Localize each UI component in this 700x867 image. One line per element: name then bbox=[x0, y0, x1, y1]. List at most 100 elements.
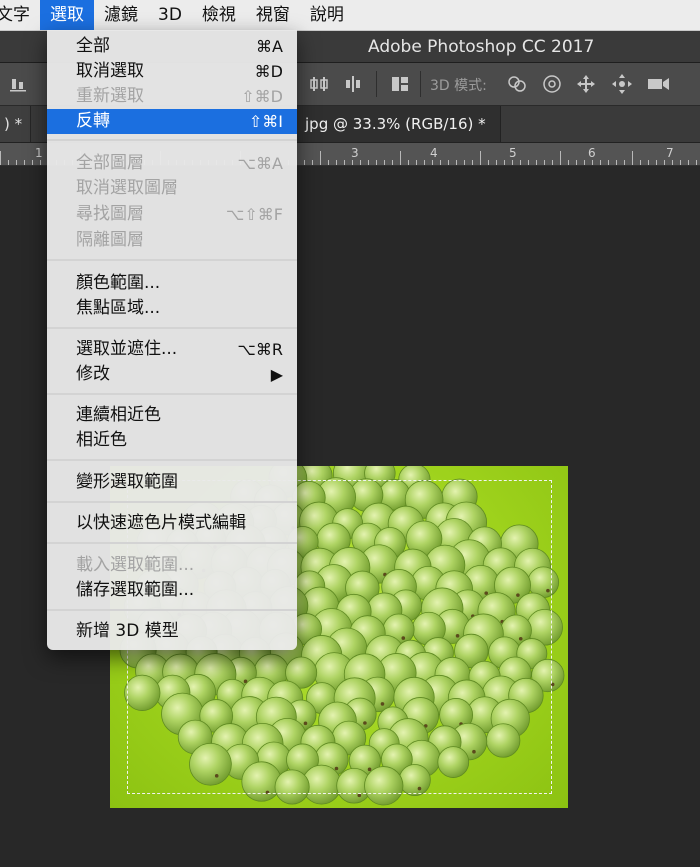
menu-3d[interactable]: 3D bbox=[148, 0, 192, 30]
menu-select[interactable]: 選取 bbox=[40, 0, 94, 30]
menu-item-shortcut: ⇧⌘I bbox=[248, 112, 283, 131]
menu-item-label: 取消選取 bbox=[76, 61, 144, 81]
menu-item-label: 焦點區域... bbox=[76, 298, 161, 318]
menu-item-label: 新增 3D 模型 bbox=[76, 621, 179, 641]
menu-text[interactable]: 文字 bbox=[0, 0, 40, 30]
options-divider bbox=[420, 71, 421, 97]
ruler-tick bbox=[384, 160, 385, 165]
menu-item-deselect[interactable]: 取消選取 ⌘D bbox=[47, 59, 297, 84]
menu-view[interactable]: 檢視 bbox=[192, 0, 246, 30]
menu-item-color-range[interactable]: 顏色範圍... bbox=[47, 271, 297, 296]
ruler-tick bbox=[488, 160, 489, 165]
menu-item-similar[interactable]: 相近色 bbox=[47, 428, 297, 453]
menu-separator bbox=[47, 259, 297, 261]
select-dropdown-menu: 全部 ⌘A 取消選取 ⌘D 重新選取 ⇧⌘D 反轉 ⇧⌘I 全部圖層 ⌥⌘A 取… bbox=[47, 30, 297, 650]
ruler-tick bbox=[568, 160, 569, 165]
ruler-tick bbox=[656, 160, 657, 165]
ruler-tick bbox=[640, 160, 641, 165]
menu-item-modify[interactable]: 修改 ▶ bbox=[47, 362, 297, 387]
menu-item-label: 全部 bbox=[76, 36, 110, 56]
ruler-tick bbox=[32, 160, 33, 165]
menu-item-label: 選取並遮住... bbox=[76, 339, 178, 359]
menu-item-shortcut: ⌥⇧⌘F bbox=[225, 205, 283, 224]
menu-item-label: 儲存選取範圍... bbox=[76, 580, 195, 600]
ruler-tick bbox=[424, 160, 425, 165]
ruler-tick bbox=[480, 151, 481, 165]
ruler-tick bbox=[680, 160, 681, 165]
camera-3d-icon[interactable] bbox=[646, 73, 669, 95]
align-bottom-icon[interactable] bbox=[8, 73, 30, 95]
menu-item-reselect: 重新選取 ⇧⌘D bbox=[47, 84, 297, 109]
menu-item-label: 連續相近色 bbox=[76, 405, 161, 425]
pan-3d-icon[interactable] bbox=[575, 73, 597, 95]
ruler-tick bbox=[576, 160, 577, 165]
menu-separator bbox=[47, 501, 297, 503]
ruler-tick bbox=[688, 160, 689, 165]
menu-item-all-layers: 全部圖層 ⌥⌘A bbox=[47, 151, 297, 176]
ruler-tick bbox=[592, 160, 593, 165]
ruler-tick bbox=[528, 160, 529, 165]
ruler-number: 3 bbox=[351, 146, 359, 160]
ruler-tick bbox=[632, 151, 633, 165]
menu-item-all[interactable]: 全部 ⌘A bbox=[47, 34, 297, 59]
menu-separator bbox=[47, 393, 297, 395]
menu-item-label: 全部圖層 bbox=[76, 153, 144, 173]
ruler-tick bbox=[352, 160, 353, 165]
menu-item-new-3d-model[interactable]: 新增 3D 模型 bbox=[47, 619, 297, 644]
ruler-tick bbox=[496, 160, 497, 165]
menu-item-focus-area[interactable]: 焦點區域... bbox=[47, 296, 297, 321]
menu-separator bbox=[47, 609, 297, 611]
menu-item-label: 載入選取範圍... bbox=[76, 555, 195, 575]
menu-item-label: 取消選取圖層 bbox=[76, 178, 178, 198]
menu-item-label: 以快速遮色片模式編輯 bbox=[76, 513, 246, 533]
menu-item-quick-mask[interactable]: 以快速遮色片模式編輯 bbox=[47, 511, 297, 536]
distribute-horizontal-icon[interactable] bbox=[308, 73, 330, 95]
ruler-tick bbox=[448, 160, 449, 165]
ruler-tick bbox=[520, 160, 521, 165]
ruler-tick bbox=[552, 160, 553, 165]
menu-item-label: 變形選取範圍 bbox=[76, 472, 178, 492]
ruler-tick bbox=[408, 160, 409, 165]
ruler-tick bbox=[464, 160, 465, 165]
plum-spot bbox=[357, 793, 362, 798]
orbit-3d-icon[interactable] bbox=[505, 73, 527, 95]
submenu-arrow-icon: ▶ bbox=[270, 365, 283, 384]
ruler-tick bbox=[328, 160, 329, 165]
menu-filter[interactable]: 濾鏡 bbox=[94, 0, 148, 30]
slide-3d-icon[interactable] bbox=[611, 73, 633, 95]
ruler-tick bbox=[608, 160, 609, 165]
menu-item-inverse[interactable]: 反轉 ⇧⌘I bbox=[47, 109, 297, 134]
menu-item-shortcut: ⌘D bbox=[254, 62, 283, 81]
menu-item-label: 反轉 bbox=[76, 111, 110, 131]
ruler-tick bbox=[368, 160, 369, 165]
ruler-number: 6 bbox=[588, 146, 596, 160]
document-tab-2[interactable]: jpg @ 33.3% (RGB/16) * bbox=[296, 106, 501, 142]
distribute-center-icon[interactable] bbox=[342, 73, 364, 95]
menu-item-grow[interactable]: 連續相近色 bbox=[47, 403, 297, 428]
document-tab-1[interactable]: ) * bbox=[0, 106, 32, 142]
menu-separator bbox=[47, 139, 297, 141]
menu-separator bbox=[47, 542, 297, 544]
menu-item-label: 顏色範圍... bbox=[76, 273, 161, 293]
menu-item-transform-selection[interactable]: 變形選取範圍 bbox=[47, 470, 297, 495]
ruler-tick bbox=[696, 160, 697, 165]
menu-item-load-selection: 載入選取範圍... bbox=[47, 553, 297, 578]
ruler-tick bbox=[536, 160, 537, 165]
ruler-tick bbox=[24, 160, 25, 165]
menu-bar: 文字 選取 濾鏡 3D 檢視 視窗 說明 bbox=[0, 0, 700, 31]
roll-3d-icon[interactable] bbox=[541, 73, 563, 95]
ruler-tick bbox=[560, 151, 561, 165]
ruler-tick bbox=[544, 160, 545, 165]
menu-help[interactable]: 說明 bbox=[300, 0, 354, 30]
ruler-tick bbox=[456, 160, 457, 165]
menu-item-label: 重新選取 bbox=[76, 86, 144, 106]
menu-window[interactable]: 視窗 bbox=[246, 0, 300, 30]
ruler-number: 1 bbox=[35, 146, 43, 160]
ruler-number: 7 bbox=[666, 146, 674, 160]
auto-align-icon[interactable] bbox=[389, 73, 411, 95]
3d-mode-label: 3D 模式: bbox=[430, 78, 487, 94]
ruler-number: 4 bbox=[430, 146, 438, 160]
menu-item-select-and-mask[interactable]: 選取並遮住... ⌥⌘R bbox=[47, 337, 297, 362]
menu-item-save-selection[interactable]: 儲存選取範圍... bbox=[47, 578, 297, 603]
ruler-tick bbox=[344, 160, 345, 165]
